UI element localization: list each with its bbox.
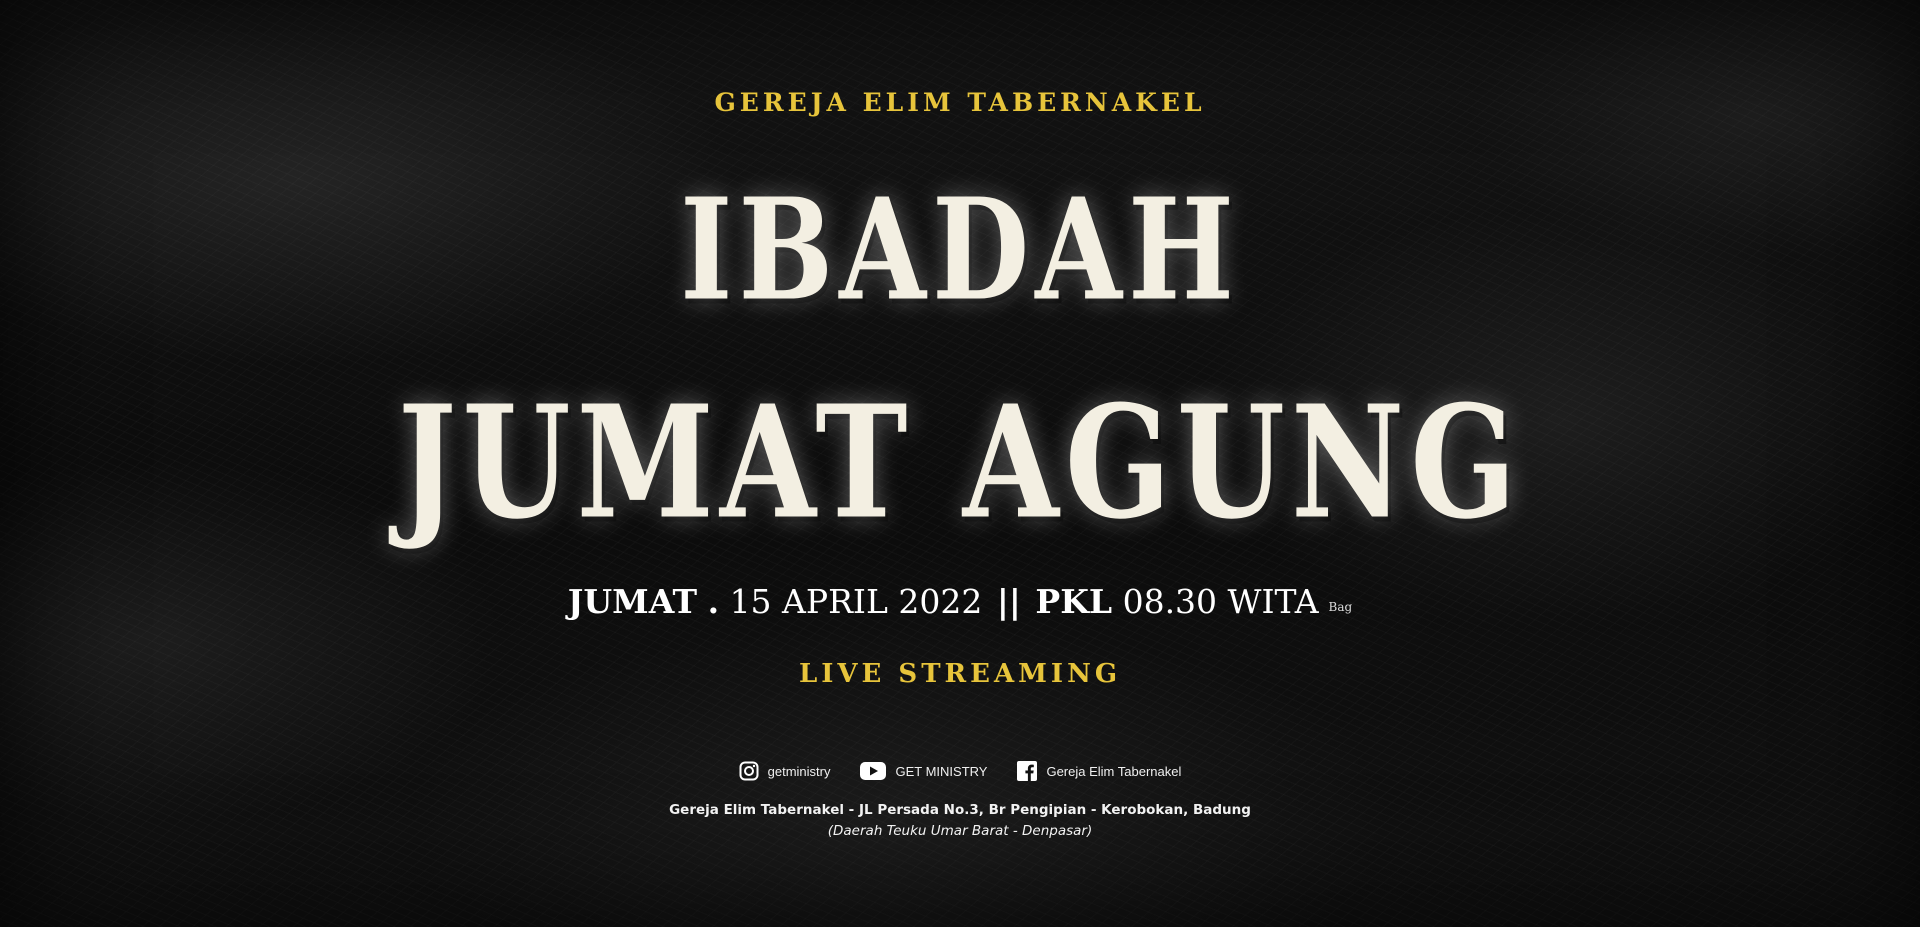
social-facebook: Gereja Elim Tabernakel — [1017, 761, 1181, 781]
youtube-icon — [860, 762, 887, 780]
schedule-suffix: Bag — [1328, 600, 1353, 614]
facebook-icon — [1017, 761, 1038, 781]
social-facebook-label: Gereja Elim Tabernakel — [1046, 763, 1182, 779]
schedule-pkl: PKL — [1035, 582, 1113, 621]
instagram-icon — [739, 761, 759, 781]
social-instagram: getministry — [739, 761, 831, 781]
social-youtube-label: GET MINISTRY — [895, 763, 988, 779]
address-line: Gereja Elim Tabernakel - JL Persada No.3… — [669, 802, 1251, 818]
title-line-1: IBADAH — [680, 168, 1240, 333]
live-streaming-label: LIVE STREAMING — [798, 659, 1122, 689]
social-instagram-label: getministry — [767, 763, 831, 779]
title-line-2: JUMAT AGUNG — [397, 372, 1523, 554]
schedule-separator: || — [996, 582, 1021, 621]
event-poster: GEREJA ELIM TABERNAKEL IBADAH JUMAT AGUN… — [0, 0, 1920, 927]
social-youtube: GET MINISTRY — [860, 762, 987, 780]
schedule-line: JUMAT . 15 APRIL 2022 || PKL 08.30 WITA B… — [0, 582, 1920, 621]
schedule-dot: . — [707, 582, 720, 621]
schedule-date: 15 APRIL 2022 — [729, 582, 983, 621]
schedule-day: JUMAT — [567, 582, 698, 621]
social-links: getministry GET MINISTRY Gereja Elim Tab… — [0, 761, 1920, 781]
organization-name: GEREJA ELIM TABERNAKEL — [714, 88, 1206, 117]
address-area: (Daerah Teuku Umar Barat - Denpasar) — [827, 823, 1093, 839]
schedule-time: 08.30 WITA — [1122, 582, 1319, 621]
